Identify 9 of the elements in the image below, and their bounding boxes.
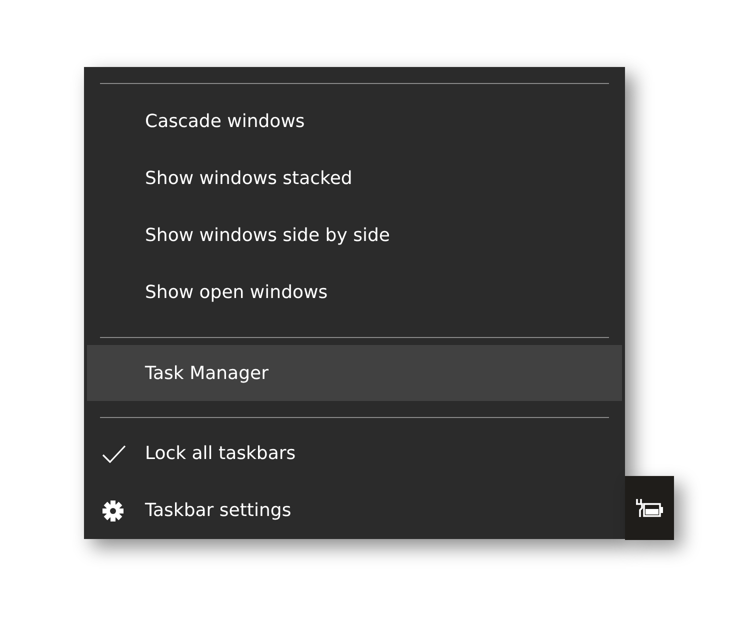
menu-item[interactable]: Cascade windows [87, 93, 622, 150]
menu-item[interactable]: Show windows side by side [87, 207, 622, 264]
menu-item[interactable]: Task Manager [87, 345, 622, 401]
settings-icon [102, 500, 124, 522]
menu-item[interactable]: Show windows stacked [87, 150, 622, 207]
battery-charging-icon[interactable] [634, 498, 664, 518]
menu-item[interactable]: Show open windows [87, 264, 622, 321]
menu-item[interactable]: Taskbar settings [87, 482, 622, 539]
menu-item[interactable]: Lock all taskbars [87, 425, 622, 482]
